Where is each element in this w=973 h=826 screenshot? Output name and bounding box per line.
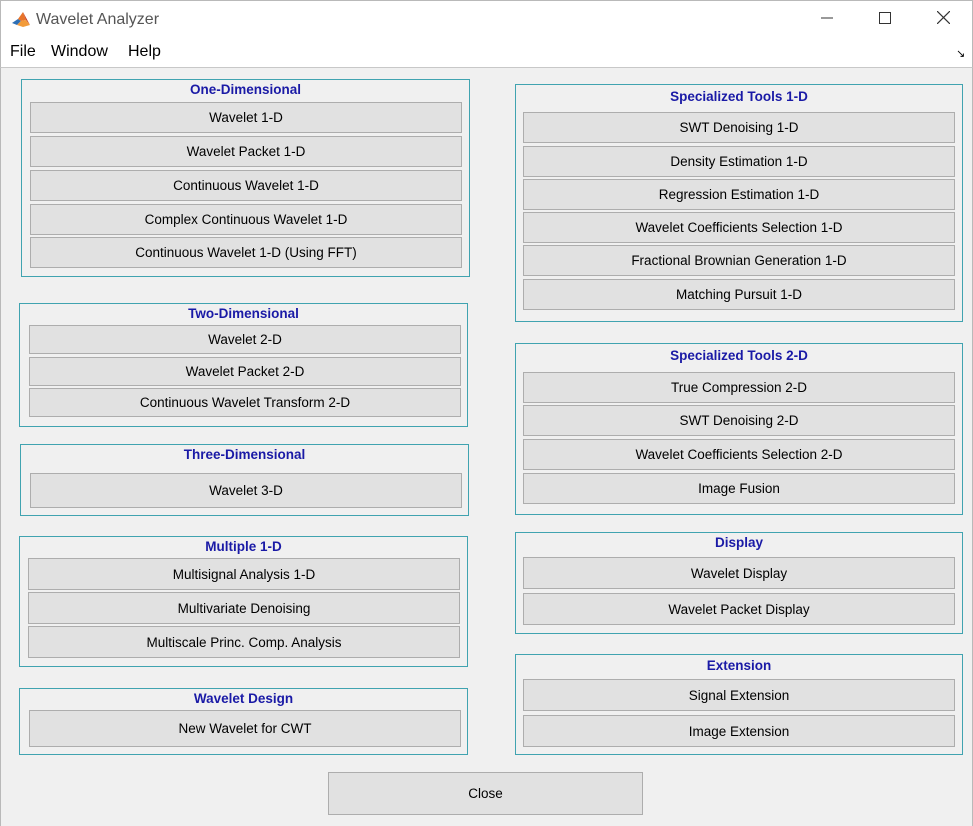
menu-file[interactable]: File <box>10 43 36 61</box>
maximize-icon <box>879 11 891 29</box>
panel-title-two-dimensional: Two-Dimensional <box>188 306 299 321</box>
true-compression-2d-button[interactable]: True Compression 2-D <box>523 372 955 403</box>
complex-continuous-wavelet-1d-button[interactable]: Complex Continuous Wavelet 1-D <box>30 204 462 235</box>
image-fusion-button[interactable]: Image Fusion <box>523 473 955 504</box>
wavelet-display-button[interactable]: Wavelet Display <box>523 557 955 589</box>
continuous-wavelet-1d-button[interactable]: Continuous Wavelet 1-D <box>30 170 462 201</box>
dock-arrow-icon[interactable]: ↘ <box>956 47 965 60</box>
panel-title-extension: Extension <box>706 658 772 673</box>
wavelet-coefficients-selection-1d-button[interactable]: Wavelet Coefficients Selection 1-D <box>523 212 955 243</box>
continuous-wavelet-1d-fft-button[interactable]: Continuous Wavelet 1-D (Using FFT) <box>30 237 462 268</box>
panel-specialized-tools-2d: Specialized Tools 2-D True Compression 2… <box>515 343 963 515</box>
signal-extension-button[interactable]: Signal Extension <box>523 679 955 711</box>
matching-pursuit-1d-button[interactable]: Matching Pursuit 1-D <box>523 279 955 310</box>
multiscale-pca-button[interactable]: Multiscale Princ. Comp. Analysis <box>28 626 460 658</box>
fractional-brownian-generation-1d-button[interactable]: Fractional Brownian Generation 1-D <box>523 245 955 276</box>
panel-title-one-dimensional: One-Dimensional <box>189 82 302 97</box>
close-icon <box>936 10 950 29</box>
panel-title-wavelet-design: Wavelet Design <box>193 691 294 706</box>
panel-two-dimensional: Two-Dimensional Wavelet 2-D Wavelet Pack… <box>19 303 468 427</box>
image-extension-button[interactable]: Image Extension <box>523 715 955 747</box>
wavelet-coefficients-selection-2d-button[interactable]: Wavelet Coefficients Selection 2-D <box>523 439 955 470</box>
panel-display: Display Wavelet Display Wavelet Packet D… <box>515 532 963 634</box>
panel-wavelet-design: Wavelet Design New Wavelet for CWT <box>19 688 468 755</box>
wavelet-packet-1d-button[interactable]: Wavelet Packet 1-D <box>30 136 462 167</box>
menu-bar: File Window Help ↘ <box>0 38 973 68</box>
multisignal-analysis-1d-button[interactable]: Multisignal Analysis 1-D <box>28 558 460 590</box>
panel-specialized-tools-1d: Specialized Tools 1-D SWT Denoising 1-D … <box>515 84 963 322</box>
close-window-button[interactable] <box>914 1 972 39</box>
minimize-button[interactable] <box>798 1 856 39</box>
panel-title-specialized-tools-1d: Specialized Tools 1-D <box>670 89 808 104</box>
swt-denoising-2d-button[interactable]: SWT Denoising 2-D <box>523 405 955 436</box>
panel-title-display: Display <box>714 535 764 550</box>
main-content: One-Dimensional Wavelet 1-D Wavelet Pack… <box>0 68 973 826</box>
panel-one-dimensional: One-Dimensional Wavelet 1-D Wavelet Pack… <box>21 79 470 277</box>
wavelet-3d-button[interactable]: Wavelet 3-D <box>30 473 462 508</box>
close-button[interactable]: Close <box>328 772 643 815</box>
menu-window[interactable]: Window <box>51 43 108 61</box>
panel-three-dimensional: Three-Dimensional Wavelet 3-D <box>20 444 469 516</box>
window-title: Wavelet Analyzer <box>36 11 160 28</box>
panel-title-specialized-tools-2d: Specialized Tools 2-D <box>670 348 808 363</box>
maximize-button[interactable] <box>856 1 914 39</box>
wavelet-packet-display-button[interactable]: Wavelet Packet Display <box>523 593 955 625</box>
menu-help[interactable]: Help <box>128 43 161 61</box>
minimize-icon <box>821 11 833 29</box>
multivariate-denoising-button[interactable]: Multivariate Denoising <box>28 592 460 624</box>
wavelet-1d-button[interactable]: Wavelet 1-D <box>30 102 462 133</box>
regression-estimation-1d-button[interactable]: Regression Estimation 1-D <box>523 179 955 210</box>
matlab-icon <box>11 10 31 30</box>
wavelet-packet-2d-button[interactable]: Wavelet Packet 2-D <box>29 357 461 386</box>
swt-denoising-1d-button[interactable]: SWT Denoising 1-D <box>523 112 955 143</box>
title-bar: Wavelet Analyzer <box>0 0 973 38</box>
panel-title-multiple-1d: Multiple 1-D <box>205 539 282 554</box>
panel-extension: Extension Signal Extension Image Extensi… <box>515 654 963 755</box>
continuous-wavelet-transform-2d-button[interactable]: Continuous Wavelet Transform 2-D <box>29 388 461 417</box>
density-estimation-1d-button[interactable]: Density Estimation 1-D <box>523 146 955 177</box>
wavelet-2d-button[interactable]: Wavelet 2-D <box>29 325 461 354</box>
panel-multiple-1d: Multiple 1-D Multisignal Analysis 1-D Mu… <box>19 536 468 667</box>
panel-title-three-dimensional: Three-Dimensional <box>183 447 306 462</box>
new-wavelet-cwt-button[interactable]: New Wavelet for CWT <box>29 710 461 747</box>
